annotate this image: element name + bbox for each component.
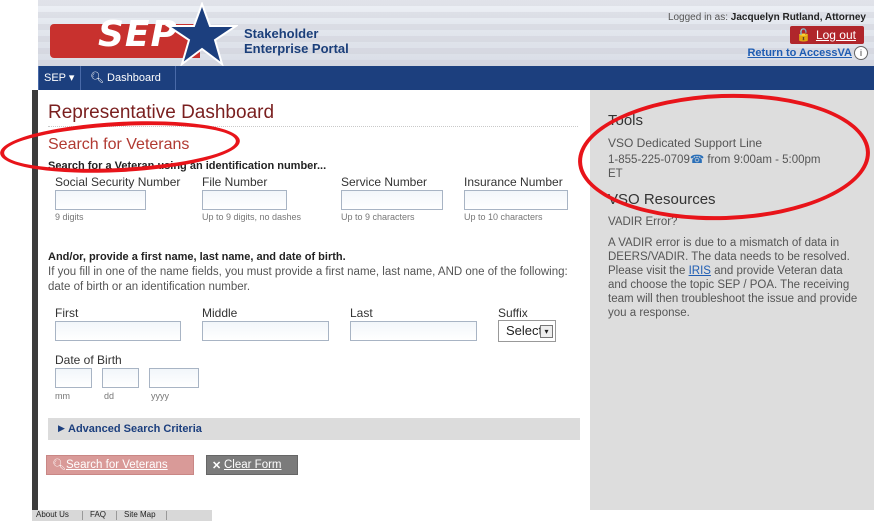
portal-title-line1: Stakeholder [244, 26, 319, 41]
portal-title: Stakeholder Enterprise Portal [244, 26, 349, 56]
ssn-label: Social Security Number [55, 175, 181, 189]
search-veterans-label: Search for Veterans [66, 459, 168, 471]
file-number-input[interactable] [202, 190, 287, 210]
nav-divider [80, 66, 81, 90]
site-header: SEP Stakeholder Enterprise Portal Logged… [38, 0, 874, 66]
dob-label: Date of Birth [55, 353, 122, 367]
nav-dashboard-label: Dashboard [107, 72, 161, 84]
nav-dashboard[interactable]: 🔍︎ Dashboard [90, 71, 161, 84]
main-nav: SEP ▾ 🔍︎ Dashboard [38, 66, 874, 90]
dob-year-input[interactable] [149, 368, 199, 388]
dob-month-hint: mm [55, 391, 70, 401]
search-veterans-button[interactable]: 🔍︎ Search for Veterans [46, 455, 194, 475]
dob-day-input[interactable] [102, 368, 139, 388]
footer: About Us FAQ Site Map [32, 510, 874, 521]
suffix-select-value: Select [506, 323, 543, 338]
dob-year-hint: yyyy [151, 391, 169, 401]
name-instruction: And/or, provide a first name, last name,… [48, 251, 346, 263]
logged-in-info: Logged in as: Jacquelyn Rutland, Attorne… [668, 12, 866, 23]
search-icon: 🔍︎ [90, 72, 104, 84]
file-number-hint: Up to 9 digits, no dashes [202, 212, 302, 222]
name-paragraph: If you fill in one of the name fields, y… [48, 266, 568, 293]
service-number-input[interactable] [341, 190, 443, 210]
clear-form-button[interactable]: ✕ Clear Form [206, 455, 298, 475]
vadir-question: VADIR Error? [608, 216, 678, 228]
nav-divider [38, 66, 39, 90]
logout-label: Log out [815, 28, 856, 42]
lock-icon: 🔓 [795, 28, 811, 42]
ssn-hint: 9 digits [55, 212, 84, 222]
service-number-hint: Up to 9 characters [341, 212, 415, 222]
middle-name-label: Middle [202, 306, 238, 320]
logged-in-prefix: Logged in as: [667, 12, 728, 23]
first-name-input[interactable] [55, 321, 181, 341]
insurance-number-input[interactable] [464, 190, 568, 210]
footer-divider [166, 511, 167, 520]
return-to-accessva-link[interactable]: Return to AccessVA [747, 47, 852, 59]
suffix-label: Suffix [498, 306, 528, 320]
close-icon: ✕ [212, 460, 222, 472]
last-name-label: Last [350, 306, 373, 320]
footer-divider [82, 511, 83, 520]
last-name-input[interactable] [350, 321, 477, 341]
star-logo-icon [164, 2, 238, 66]
dob-day-hint: dd [104, 391, 115, 401]
service-number-label: Service Number [341, 175, 428, 189]
logout-button[interactable]: 🔓 Log out [789, 26, 864, 44]
insurance-number-hint: Up to 10 characters [464, 212, 543, 222]
info-icon[interactable]: i [854, 46, 868, 60]
vadir-description: A VADIR error is due to a mismatch of da… [608, 236, 863, 320]
footer-about-link[interactable]: About Us [36, 510, 69, 519]
nav-divider [175, 66, 176, 90]
chevron-down-icon: ▾ [540, 325, 553, 338]
first-name-label: First [55, 306, 79, 320]
portal-title-line2: Enterprise Portal [244, 41, 349, 56]
logged-in-user: Jacquelyn Rutland, Attorney [730, 12, 866, 23]
dob-month-input[interactable] [55, 368, 92, 388]
footer-links: About Us FAQ Site Map [32, 510, 212, 521]
iris-link[interactable]: IRIS [689, 265, 711, 277]
search-icon: 🔍︎ [52, 459, 66, 471]
advanced-search-label: Advanced Search Criteria [68, 423, 202, 435]
middle-name-input[interactable] [202, 321, 329, 341]
insurance-number-label: Insurance Number [464, 175, 563, 189]
ssn-input[interactable] [55, 190, 146, 210]
clear-form-label: Clear Form [224, 459, 282, 471]
advanced-search-toggle[interactable]: ▶ Advanced Search Criteria [48, 418, 580, 440]
footer-faq-link[interactable]: FAQ [90, 510, 106, 519]
footer-sitemap-link[interactable]: Site Map [124, 510, 156, 519]
suffix-select[interactable]: Select ▾ [498, 320, 556, 342]
footer-divider [116, 511, 117, 520]
file-number-label: File Number [202, 175, 268, 189]
nav-sep-menu[interactable]: SEP ▾ [44, 71, 74, 84]
chevron-right-icon: ▶ [58, 423, 65, 433]
